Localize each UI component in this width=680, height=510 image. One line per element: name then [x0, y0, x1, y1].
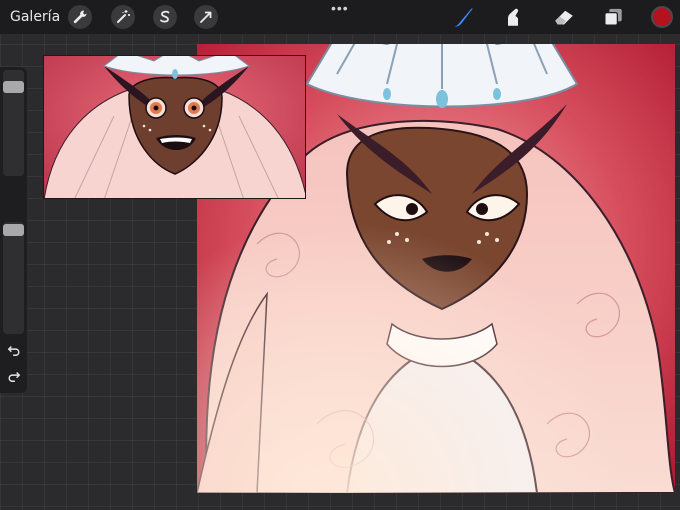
gallery-button[interactable]: Galería [10, 9, 60, 25]
transform-arrow-icon [200, 11, 212, 23]
redo-icon[interactable] [7, 369, 21, 383]
left-sidebar [0, 67, 27, 393]
smudge-icon [508, 8, 519, 26]
brush-size-thumb[interactable] [3, 81, 24, 94]
more-options-dots[interactable]: ••• [331, 0, 349, 16]
adjustments-button[interactable] [111, 5, 135, 29]
selection-s-icon [160, 10, 170, 23]
brush-tool-button[interactable] [451, 5, 475, 29]
top-toolbar: Galería ••• [0, 0, 680, 34]
eraser-tool-button[interactable] [552, 5, 576, 29]
layers-button[interactable] [601, 5, 625, 29]
eraser-icon [555, 10, 573, 25]
brush-icon [454, 8, 473, 27]
actions-button[interactable] [68, 5, 92, 29]
reference-artwork [44, 56, 305, 198]
transform-button[interactable] [194, 5, 218, 29]
undo-icon[interactable] [7, 343, 21, 357]
wrench-icon [73, 10, 87, 24]
smudge-tool-button[interactable] [501, 5, 525, 29]
layers-icon [604, 8, 622, 26]
color-picker-swatch[interactable] [651, 6, 673, 28]
reference-image-window[interactable] [43, 55, 306, 199]
opacity-slider[interactable] [3, 222, 24, 334]
selection-button[interactable] [153, 5, 177, 29]
magic-wand-icon [117, 10, 130, 23]
opacity-thumb[interactable] [3, 224, 24, 236]
